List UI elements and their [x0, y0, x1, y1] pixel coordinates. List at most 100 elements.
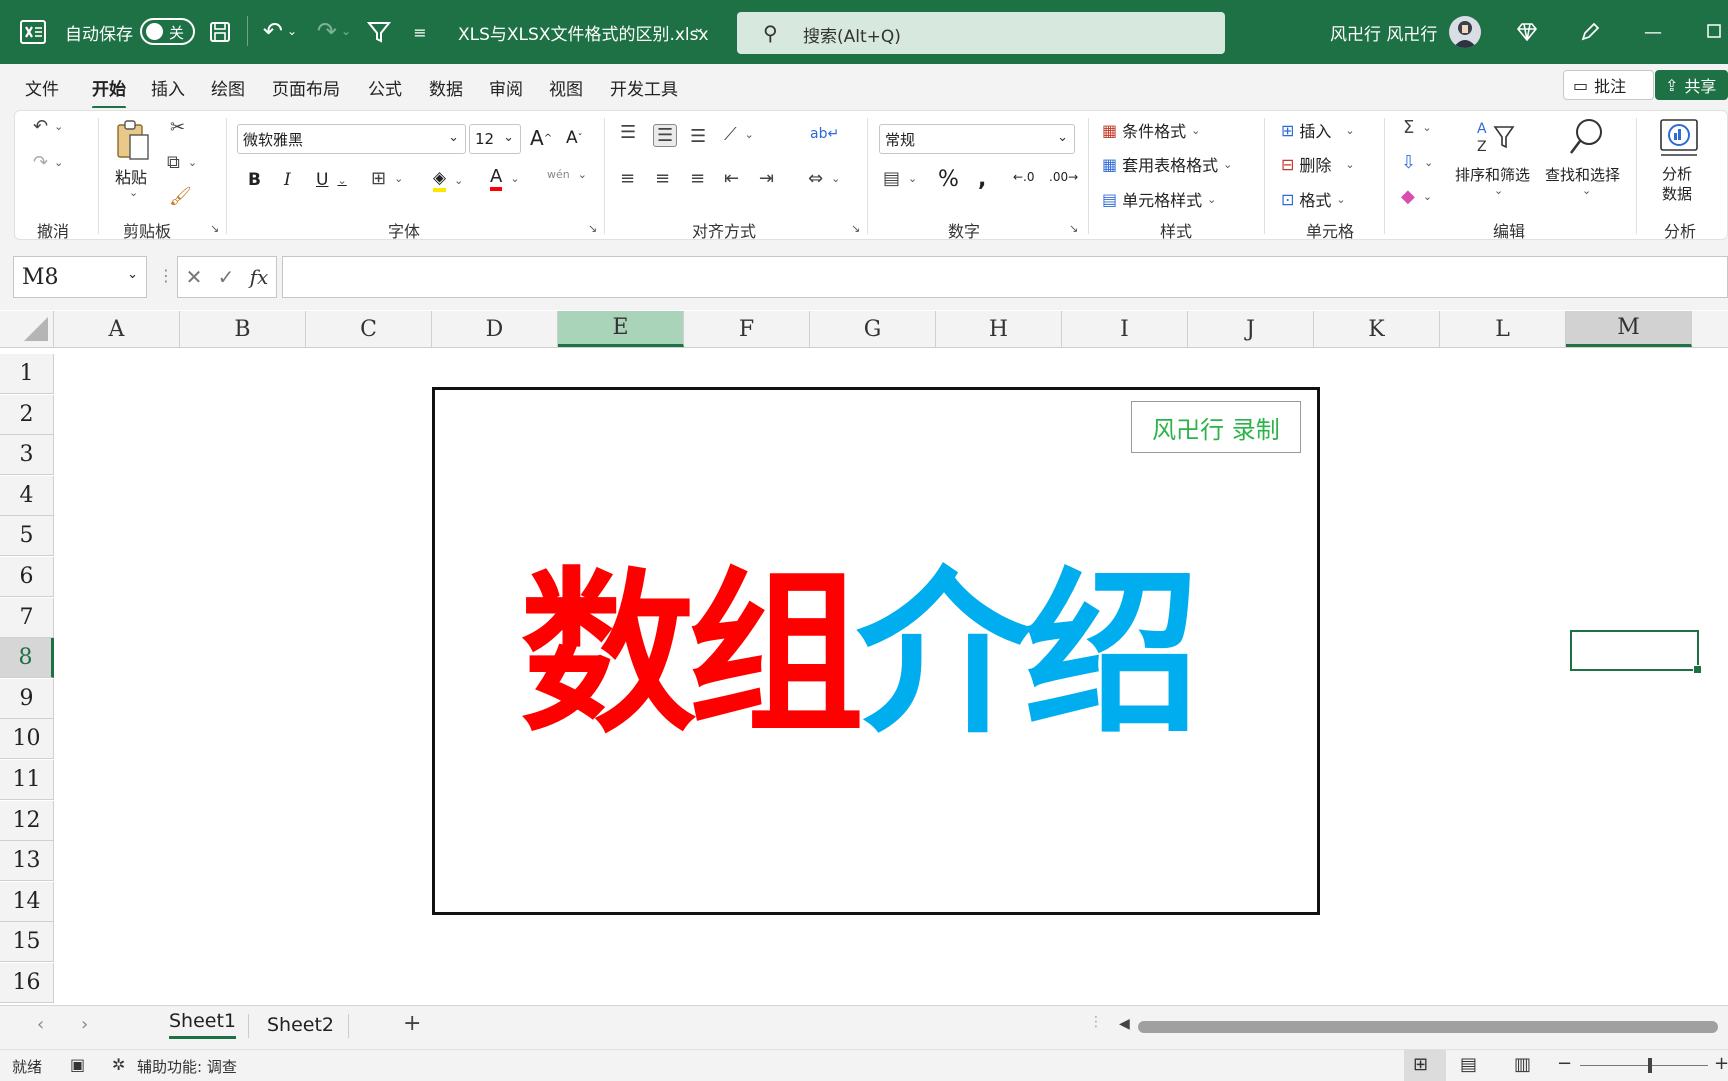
italic-icon[interactable]: I — [284, 170, 291, 190]
font-size-select[interactable]: 12 ⌄ — [469, 124, 521, 154]
user-name[interactable]: 风卍行 风卍行 — [1330, 20, 1437, 45]
format-painter-icon[interactable]: 🖌 — [169, 186, 192, 207]
format-cells-button[interactable]: ⊡ 格式 ⌄ — [1281, 187, 1346, 211]
column-header-k[interactable]: K — [1314, 311, 1440, 347]
borders-icon[interactable]: ⊞ ⌄ — [371, 168, 403, 189]
align-top-icon[interactable]: ☰ — [620, 122, 636, 143]
cell-styles-button[interactable]: ▤ 单元格样式 ⌄ — [1102, 187, 1216, 211]
row-header-6[interactable]: 6 — [0, 557, 54, 597]
font-color-icon[interactable]: A ⌄ — [490, 166, 520, 191]
font-launcher-icon[interactable]: ↘ — [588, 222, 597, 235]
column-header-c[interactable]: C — [306, 311, 432, 347]
format-as-table-button[interactable]: ▦ 套用表格格式 ⌄ — [1102, 152, 1232, 176]
prev-sheet-icon[interactable]: ‹ — [37, 1014, 44, 1035]
sheet-tab-sheet2[interactable]: Sheet2 — [267, 1014, 334, 1036]
column-header-h[interactable]: H — [936, 311, 1062, 347]
row-header-16[interactable]: 16 — [0, 963, 54, 1003]
increase-font-icon[interactable]: A ^ — [530, 126, 552, 150]
horizontal-scrollbar[interactable] — [1138, 1021, 1718, 1033]
tab-view[interactable]: 视图 — [549, 75, 583, 100]
comma-style-icon[interactable]: , — [978, 167, 986, 192]
merge-center-icon[interactable]: ⇔ ⌄ — [808, 168, 840, 189]
row-header-2[interactable]: 2 — [0, 395, 54, 435]
bold-icon[interactable]: B — [248, 170, 261, 190]
column-header-d[interactable]: D — [432, 311, 558, 347]
splitter-icon[interactable]: ⋮ — [158, 266, 174, 285]
tab-review[interactable]: 审阅 — [489, 75, 523, 100]
conditional-format-button[interactable]: ▦ 条件格式 ⌄ — [1102, 118, 1200, 142]
name-box[interactable]: M8 ⌄ — [13, 256, 147, 298]
redo-icon[interactable]: ↷ ⌄ — [314, 17, 354, 45]
column-header-e[interactable]: E — [558, 311, 684, 347]
row-header-4[interactable]: 4 — [0, 476, 54, 516]
align-middle-icon[interactable]: ☰ — [653, 124, 678, 147]
comments-button[interactable]: ▭ 批注 — [1563, 70, 1654, 100]
align-center-icon[interactable]: ≡ — [655, 168, 670, 189]
decrease-font-icon[interactable]: Aˇ — [566, 128, 583, 148]
decrease-indent-icon[interactable]: ⇤ — [724, 168, 739, 189]
scroll-left-icon[interactable]: ◀ — [1119, 1016, 1130, 1032]
row-header-15[interactable]: 15 — [0, 922, 54, 962]
row-header-8[interactable]: 8 — [0, 638, 54, 678]
tab-home[interactable]: 开始 — [92, 75, 126, 109]
chevron-down-icon[interactable]: ⌄ — [1582, 184, 1591, 197]
tab-file[interactable]: 文件 — [25, 75, 59, 100]
autosum-icon[interactable]: Σ ⌄ — [1403, 117, 1432, 138]
share-button[interactable]: ⇪ 共享 — [1655, 70, 1728, 100]
enter-icon[interactable]: ✓ — [218, 265, 235, 289]
paste-dropdown-icon[interactable]: ⌄ — [129, 186, 138, 199]
tab-developer[interactable]: 开发工具 — [610, 75, 678, 100]
insert-cells-button[interactable]: ⊞ 插入 ⌄ — [1281, 118, 1355, 142]
file-name[interactable]: XLS与XLSX文件格式的区别.xlsx — [458, 20, 709, 45]
underline-icon[interactable]: U ⌄ — [316, 170, 347, 190]
zoom-slider-thumb[interactable] — [1648, 1058, 1652, 1073]
fill-icon[interactable]: ⇩ ⌄ — [1401, 152, 1433, 173]
paste-icon[interactable] — [114, 118, 152, 162]
align-left-icon[interactable]: ≡ — [620, 168, 635, 189]
accessibility-icon[interactable]: ✲ — [112, 1055, 125, 1074]
ribbon-redo-icon[interactable]: ↷ ⌄ — [33, 152, 63, 173]
find-select-label[interactable]: 查找和选择 — [1545, 164, 1620, 185]
next-sheet-icon[interactable]: › — [81, 1014, 88, 1035]
analyze-data-label-2[interactable]: 数据 — [1662, 183, 1692, 204]
column-header-j[interactable]: J — [1188, 311, 1314, 347]
row-header-12[interactable]: 12 — [0, 801, 54, 841]
minimize-icon[interactable]: — — [1643, 20, 1663, 44]
column-header-b[interactable]: B — [180, 311, 306, 347]
orientation-icon[interactable]: ⟋ ⌄ — [724, 124, 754, 145]
row-header-10[interactable]: 10 — [0, 719, 54, 759]
font-name-select[interactable]: 微软雅黑 ⌄ — [237, 124, 466, 154]
ribbon-undo-icon[interactable]: ↶ ⌄ — [33, 116, 63, 137]
alignment-launcher-icon[interactable]: ↘ — [851, 222, 860, 235]
decrease-decimal-icon[interactable]: .00→ — [1049, 170, 1078, 184]
row-header-14[interactable]: 14 — [0, 882, 54, 922]
tab-insert[interactable]: 插入 — [151, 75, 185, 100]
select-all-button[interactable] — [0, 311, 54, 347]
fill-color-icon[interactable]: ◈ ⌄ — [433, 168, 463, 192]
formula-input[interactable] — [282, 256, 1728, 298]
page-layout-view-icon[interactable]: ▤ — [1460, 1054, 1477, 1075]
delete-cells-button[interactable]: ⊟ 删除 ⌄ — [1281, 152, 1355, 176]
insert-function-icon[interactable]: fx — [250, 265, 269, 289]
macro-record-icon[interactable]: ▣ — [70, 1055, 85, 1074]
find-select-icon[interactable] — [1566, 116, 1606, 158]
save-icon[interactable] — [208, 20, 232, 44]
number-format-select[interactable]: 常规 ⌄ — [879, 124, 1075, 154]
row-header-3[interactable]: 3 — [0, 435, 54, 475]
align-right-icon[interactable]: ≡ — [690, 168, 705, 189]
zoom-in-icon[interactable]: + — [1714, 1053, 1728, 1074]
wrap-text-icon[interactable]: ab↵ — [810, 126, 839, 142]
row-header-13[interactable]: 13 — [0, 841, 54, 881]
increase-decimal-icon[interactable]: ←.0 — [1013, 170, 1035, 184]
avatar[interactable] — [1449, 16, 1481, 48]
column-header-g[interactable]: G — [810, 311, 936, 347]
zoom-slider[interactable] — [1580, 1065, 1708, 1066]
sort-filter-icon[interactable]: AZ — [1475, 118, 1515, 156]
accounting-format-icon[interactable]: ▤ ⌄ — [883, 168, 917, 189]
sheet-tab-sheet1[interactable]: Sheet1 — [169, 1010, 237, 1039]
cancel-icon[interactable]: ✕ — [186, 265, 203, 289]
splitter-icon[interactable]: ⋮ — [1089, 1014, 1103, 1030]
customize-toolbar-icon[interactable]: ≡ — [410, 20, 430, 44]
column-header-f[interactable]: F — [684, 311, 810, 347]
column-header-m[interactable]: M — [1566, 311, 1692, 347]
